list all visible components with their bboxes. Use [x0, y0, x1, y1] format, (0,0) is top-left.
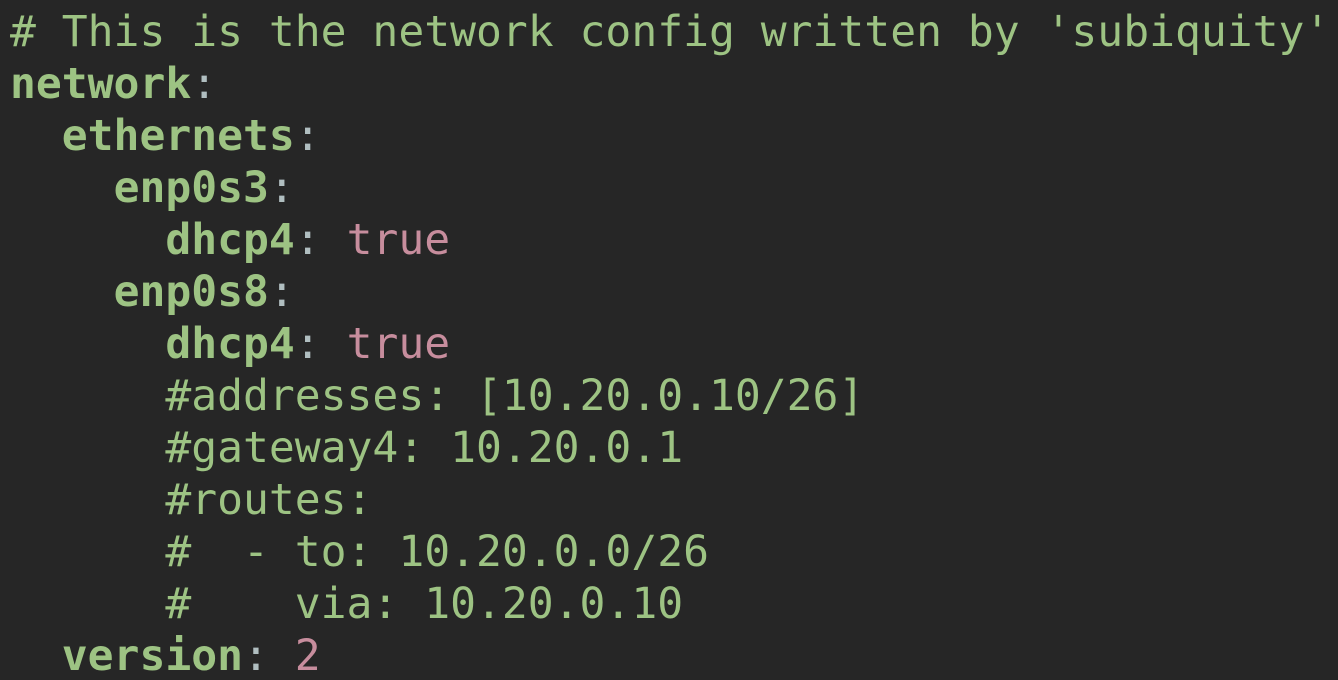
- yaml-key-dhcp4: dhcp4: [165, 215, 295, 265]
- code-line-enp0s8: enp0s8:: [10, 266, 1338, 318]
- code-line-comment-to: # - to: 10.20.0.0/26: [10, 526, 1338, 578]
- yaml-key-enp0s3: enp0s3: [113, 163, 269, 213]
- comment-text: # - to: 10.20.0.0/26: [10, 527, 709, 577]
- code-line-enp0s3: enp0s3:: [10, 162, 1338, 214]
- yaml-editor[interactable]: # This is the network config written by …: [0, 0, 1338, 680]
- yaml-key-ethernets: ethernets: [61, 111, 295, 161]
- yaml-key-dhcp4: dhcp4: [165, 319, 295, 369]
- colon: :: [268, 267, 295, 317]
- colon: :: [268, 163, 295, 213]
- code-line-comment-header: # This is the network config written by …: [10, 6, 1338, 58]
- comment-text: #addresses: [10.20.0.10/26]: [10, 371, 865, 421]
- yaml-value-true: true: [346, 319, 451, 369]
- code-line-comment-gateway4: #gateway4: 10.20.0.1: [10, 422, 1338, 474]
- yaml-key-network: network: [10, 59, 192, 109]
- comment-text: # via: 10.20.0.10: [10, 579, 684, 629]
- yaml-value-2: 2: [294, 631, 321, 680]
- comment-text: #routes:: [10, 475, 373, 525]
- code-line-comment-via: # via: 10.20.0.10: [10, 578, 1338, 630]
- yaml-value-true: true: [346, 215, 451, 265]
- colon: :: [294, 215, 347, 265]
- code-line-network: network:: [10, 58, 1338, 110]
- colon: :: [191, 59, 218, 109]
- code-line-comment-routes: #routes:: [10, 474, 1338, 526]
- yaml-key-enp0s8: enp0s8: [113, 267, 269, 317]
- colon: :: [243, 631, 295, 680]
- code-line-comment-addresses: #addresses: [10.20.0.10/26]: [10, 370, 1338, 422]
- comment-text: #gateway4: 10.20.0.1: [10, 423, 684, 473]
- code-line-enp0s3-dhcp4: dhcp4: true: [10, 214, 1338, 266]
- code-line-enp0s8-dhcp4: dhcp4: true: [10, 318, 1338, 370]
- code-line-version: version: 2: [10, 630, 1338, 680]
- colon: :: [294, 111, 321, 161]
- comment-text: # This is the network config written by …: [10, 7, 1331, 57]
- yaml-key-version: version: [61, 631, 243, 680]
- code-line-ethernets: ethernets:: [10, 110, 1338, 162]
- colon: :: [294, 319, 347, 369]
